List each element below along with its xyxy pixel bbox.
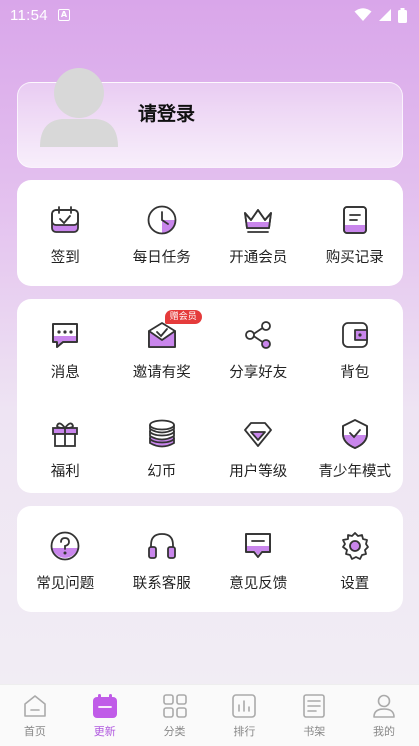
checkin-icon: [51, 206, 80, 233]
invite-reward-label: 邀请有奖: [132, 365, 191, 381]
login-prompt[interactable]: 请登录: [138, 99, 195, 126]
headset-icon: [147, 533, 176, 559]
calendar-icon: [92, 694, 117, 718]
message-icon: [52, 323, 79, 348]
bookshelf-icon: [303, 694, 326, 718]
tab-category[interactable]: 分类: [140, 685, 210, 746]
coins-label: 幻币: [147, 464, 177, 480]
bottom-tab-bar: 首页 更新 分类 排行 书架 我的: [0, 684, 419, 746]
feedback-button[interactable]: 意见反馈: [210, 530, 307, 612]
teen-mode-button[interactable]: 青少年模式: [307, 418, 404, 493]
tab-home-label: 首页: [23, 725, 46, 738]
crown-icon: [244, 209, 273, 233]
tab-profile-label: 我的: [373, 725, 396, 738]
tab-home[interactable]: 首页: [0, 685, 70, 746]
checkin-button[interactable]: 签到: [17, 204, 114, 286]
backpack-label: 背包: [340, 365, 370, 381]
user-level-button[interactable]: 用户等级: [210, 418, 307, 493]
share-friends-button[interactable]: 分享好友: [210, 319, 307, 394]
signal-icon: [379, 9, 391, 21]
settings-label: 设置: [340, 576, 370, 592]
purchase-history-label: 购买记录: [325, 250, 384, 266]
tab-profile[interactable]: 我的: [349, 685, 419, 746]
battery-icon: [398, 7, 407, 23]
question-icon: [50, 531, 80, 561]
vip-gift-badge: 赠会员: [164, 310, 202, 324]
wifi-icon: [354, 8, 372, 21]
open-vip-button[interactable]: 开通会员: [210, 204, 307, 286]
messages-label: 消息: [50, 365, 80, 381]
clock-icon: [147, 205, 177, 235]
coins-button[interactable]: 幻币: [114, 418, 211, 493]
category-icon: [162, 694, 187, 718]
profile-icon: [373, 694, 395, 718]
shield-icon: [341, 419, 368, 449]
tab-update-label: 更新: [93, 725, 116, 738]
contact-support-label: 联系客服: [132, 576, 191, 592]
faq-button[interactable]: 常见问题: [17, 530, 114, 612]
avatar-placeholder-icon[interactable]: [40, 63, 118, 147]
user-level-label: 用户等级: [229, 464, 288, 480]
contact-support-button[interactable]: 联系客服: [114, 530, 211, 612]
document-icon: [342, 206, 367, 234]
daily-tasks-label: 每日任务: [132, 250, 191, 266]
checkin-label: 签到: [50, 250, 80, 266]
invite-reward-button[interactable]: 赠会员 邀请有奖: [114, 310, 211, 394]
gear-icon: [341, 532, 369, 560]
home-icon: [24, 695, 46, 717]
welfare-label: 福利: [50, 464, 80, 480]
tab-update[interactable]: 更新: [70, 685, 140, 746]
diamond-icon: [244, 422, 273, 447]
welfare-button[interactable]: 福利: [17, 418, 114, 493]
app-notification-icon: A: [57, 9, 70, 21]
purchase-history-button[interactable]: 购买记录: [307, 204, 404, 286]
services-card: 消息 赠会员 邀请有奖 分享好友 背包 福利 幻币 用户等级 青少年模式: [17, 299, 403, 493]
coins-icon: [148, 419, 175, 448]
feedback-label: 意见反馈: [229, 576, 288, 592]
wallet-icon: [341, 322, 368, 348]
status-indicators: [354, 7, 407, 23]
login-card[interactable]: 请登录: [17, 68, 403, 168]
feedback-icon: [245, 533, 272, 558]
tab-ranking[interactable]: 排行: [209, 685, 279, 746]
status-time: 11:54: [10, 6, 48, 24]
gift-icon: [52, 422, 79, 447]
share-icon: [245, 321, 272, 349]
settings-button[interactable]: 设置: [307, 530, 404, 612]
tab-bookshelf[interactable]: 书架: [279, 685, 349, 746]
tab-bookshelf-label: 书架: [303, 725, 326, 738]
share-friends-label: 分享好友: [229, 365, 288, 381]
messages-button[interactable]: 消息: [17, 319, 114, 394]
quick-actions-card: 签到 每日任务 开通会员 购买记录: [17, 180, 403, 286]
open-vip-label: 开通会员: [229, 250, 288, 266]
daily-tasks-button[interactable]: 每日任务: [114, 204, 211, 286]
tab-category-label: 分类: [163, 725, 186, 738]
ranking-icon: [232, 694, 257, 718]
tab-ranking-label: 排行: [233, 725, 256, 738]
faq-label: 常见问题: [36, 576, 95, 592]
teen-mode-label: 青少年模式: [318, 464, 392, 480]
help-card: 常见问题 联系客服 意见反馈 设置: [17, 506, 403, 612]
status-bar: 11:54 A: [0, 0, 419, 30]
backpack-button[interactable]: 背包: [307, 319, 404, 394]
